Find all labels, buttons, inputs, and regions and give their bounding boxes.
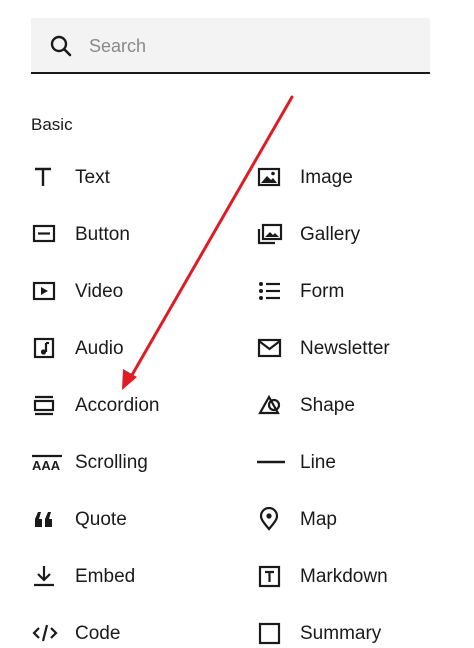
search-input[interactable] bbox=[87, 30, 411, 62]
block-label: Embed bbox=[75, 566, 136, 587]
block-label: Button bbox=[75, 224, 130, 245]
accordion-icon bbox=[32, 393, 58, 417]
block-label: Audio bbox=[75, 338, 124, 359]
map-pin-icon bbox=[257, 507, 283, 531]
markdown-icon bbox=[257, 564, 283, 588]
block-label: Video bbox=[75, 281, 124, 302]
block-label: Summary bbox=[300, 623, 382, 644]
block-label: Form bbox=[300, 281, 345, 302]
section-title-basic: Basic bbox=[31, 115, 73, 134]
block-label: Gallery bbox=[300, 224, 361, 245]
line-icon bbox=[257, 450, 285, 474]
svg-text:AAA: AAA bbox=[32, 458, 61, 473]
text-icon bbox=[32, 165, 58, 189]
block-label: Markdown bbox=[300, 566, 388, 587]
block-label: Scrolling bbox=[75, 452, 148, 473]
block-label: Newsletter bbox=[300, 338, 390, 359]
block-label: Quote bbox=[75, 509, 127, 530]
newsletter-icon bbox=[257, 336, 283, 360]
search-field[interactable] bbox=[31, 18, 430, 74]
form-icon bbox=[257, 279, 283, 303]
annotation-arrow bbox=[122, 95, 294, 390]
block-label: Line bbox=[300, 452, 336, 473]
block-label: Map bbox=[300, 509, 337, 530]
button-icon bbox=[32, 222, 58, 246]
search-icon bbox=[50, 35, 72, 57]
gallery-icon bbox=[257, 222, 283, 246]
quote-icon bbox=[32, 507, 58, 531]
image-icon bbox=[257, 165, 283, 189]
embed-icon bbox=[32, 564, 58, 588]
block-label: Code bbox=[75, 623, 121, 644]
code-icon bbox=[32, 621, 58, 645]
audio-icon bbox=[32, 336, 58, 360]
scrolling-icon: AAA bbox=[32, 450, 62, 474]
block-label: Image bbox=[300, 167, 353, 188]
summary-icon bbox=[257, 621, 283, 645]
video-icon bbox=[32, 279, 58, 303]
shape-icon bbox=[257, 393, 283, 417]
block-label: Text bbox=[75, 167, 110, 188]
block-label: Shape bbox=[300, 395, 355, 416]
block-label: Accordion bbox=[75, 395, 160, 416]
